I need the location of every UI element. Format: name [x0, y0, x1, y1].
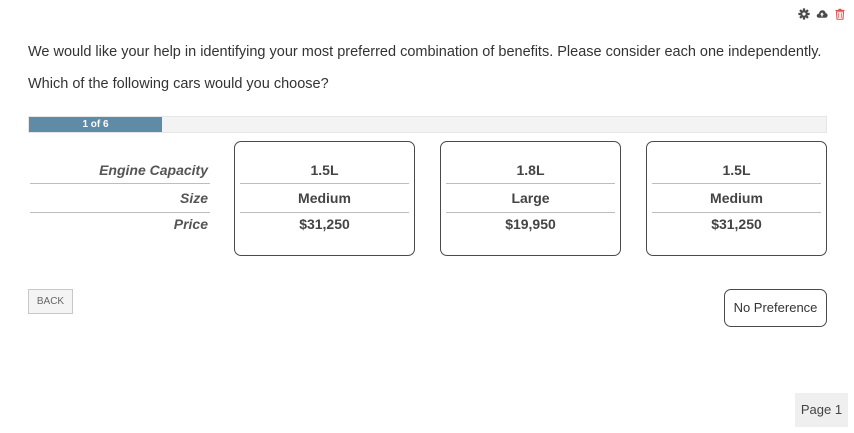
option-engine-capacity: 1.5L: [240, 156, 409, 184]
option-price: $31,250: [299, 216, 350, 232]
cloud-upload-icon[interactable]: [816, 8, 828, 20]
option-card-3[interactable]: 1.5L Medium $31,250: [646, 141, 827, 256]
intro-text: We would like your help in identifying y…: [28, 44, 822, 60]
progress-label: 1 of 6: [82, 119, 109, 130]
trash-icon[interactable]: [834, 8, 846, 20]
attribute-label-price: Price: [173, 216, 208, 232]
attribute-label-engine-capacity: Engine Capacity: [30, 156, 210, 184]
toolbar: [798, 8, 846, 20]
option-engine-capacity: 1.5L: [652, 156, 821, 184]
gear-icon[interactable]: [798, 8, 810, 20]
attribute-labels: Engine Capacity Size Price: [30, 156, 210, 235]
page-indicator: Page 1: [795, 393, 848, 427]
option-engine-capacity: 1.8L: [446, 156, 615, 184]
progress-bar: 1 of 6: [28, 116, 827, 133]
option-card-2[interactable]: 1.8L Large $19,950: [440, 141, 621, 256]
back-button[interactable]: BACK: [28, 289, 73, 314]
no-preference-button[interactable]: No Preference: [724, 289, 827, 327]
option-price: $19,950: [505, 216, 556, 232]
option-size: Medium: [652, 184, 821, 213]
option-card-1[interactable]: 1.5L Medium $31,250: [234, 141, 415, 256]
question-text: Which of the following cars would you ch…: [28, 76, 329, 92]
attribute-label-size: Size: [30, 184, 210, 213]
option-price: $31,250: [711, 216, 762, 232]
option-size: Medium: [240, 184, 409, 213]
option-size: Large: [446, 184, 615, 213]
